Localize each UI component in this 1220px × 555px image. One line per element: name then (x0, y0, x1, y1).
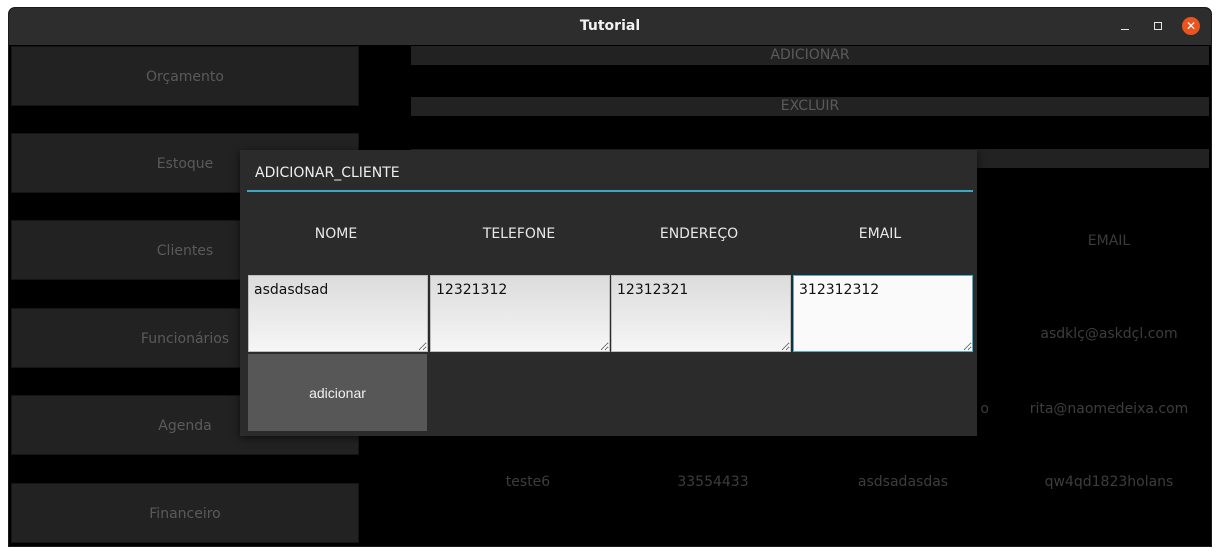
table-cell-email: rita@naomedeixa.com (1029, 401, 1189, 417)
nome-field[interactable]: asdasdsad (248, 275, 428, 352)
column-header-nome: NOME (314, 226, 358, 242)
table-cell-email: asdklç@askdçl.com (1040, 326, 1178, 342)
dialog-title: ADICIONAR_CLIENTE (255, 165, 400, 181)
title-bar: Tutorial ✕ (9, 8, 1211, 45)
window-title: Tutorial (579, 18, 641, 34)
column-header-endereco: ENDEREÇO (659, 226, 739, 242)
telefone-field[interactable]: 12321312 (430, 275, 610, 352)
sidebar-item-financeiro[interactable]: Financeiro (11, 483, 359, 543)
email-field[interactable]: 312312312 (793, 275, 973, 352)
sidebar-item-orcamento[interactable]: Orçamento (11, 46, 359, 106)
table-cell-phone: 33554433 (677, 474, 749, 490)
add-client-dialog: ADICIONAR_CLIENTE NOME TELEFONE ENDEREÇO… (240, 150, 977, 436)
minimize-icon[interactable] (1116, 17, 1134, 35)
maximize-icon[interactable] (1149, 17, 1167, 35)
dialog-title-underline (247, 190, 973, 192)
close-icon[interactable]: ✕ (1182, 17, 1200, 35)
table-cell-address: asdsadasdas (857, 474, 949, 490)
column-header-email: EMAIL (858, 226, 902, 242)
add-button[interactable]: ADICIONAR (411, 46, 1209, 65)
table-cell-email: qw4qd1823holans (1044, 474, 1174, 490)
adicionar-button[interactable]: adicionar (248, 354, 427, 431)
table-cell-name: teste6 (505, 474, 551, 490)
delete-button[interactable]: EXCLUIR (411, 97, 1209, 116)
table-header-email: EMAIL (1087, 233, 1131, 249)
endereco-field[interactable]: 12312321 (611, 275, 791, 352)
column-header-telefone: TELEFONE (482, 226, 556, 242)
app-window: Tutorial ✕ Orçamento Estoque Clientes Fu… (9, 8, 1211, 546)
